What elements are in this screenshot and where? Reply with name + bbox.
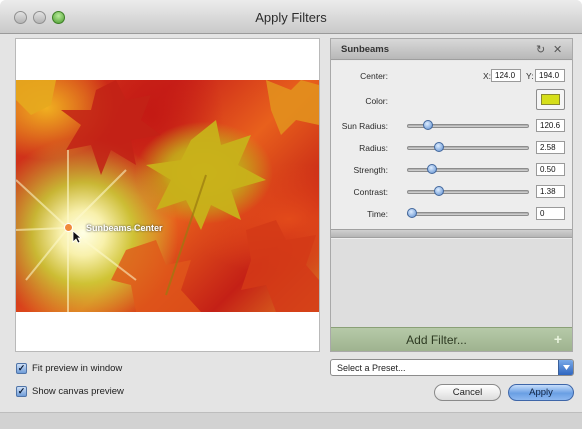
preview-image[interactable]: Sunbeams Center: [16, 80, 319, 312]
y-label: Y:: [526, 71, 534, 81]
filter-title: Sunbeams: [341, 44, 390, 55]
filter-list-area: [331, 239, 572, 327]
contrast-label: Contrast:: [353, 187, 389, 197]
title-bar: Apply Filters: [0, 0, 582, 34]
color-swatch: [541, 94, 560, 105]
time-field[interactable]: 0: [536, 207, 565, 220]
close-icon[interactable]: ✕: [553, 43, 562, 56]
mouse-pointer-icon: [72, 230, 82, 244]
center-x-field[interactable]: 124.0: [491, 69, 521, 82]
strength-knob[interactable]: [427, 164, 438, 174]
fit-preview-checkbox[interactable]: ✓: [16, 363, 27, 374]
preset-label: Select a Preset...: [337, 363, 406, 373]
strength-label: Strength:: [353, 165, 389, 175]
param-center: Center: X: 124.0 Y: 194.0: [331, 66, 572, 86]
show-canvas-checkbox[interactable]: ✓: [16, 386, 27, 397]
preset-select[interactable]: Select a Preset...: [330, 359, 574, 376]
time-label: Time:: [367, 209, 388, 219]
center-y-field[interactable]: 194.0: [535, 69, 565, 82]
param-time: Time: 0: [331, 204, 572, 224]
radius-knob[interactable]: [433, 142, 444, 152]
add-filter-label: Add Filter...: [406, 333, 467, 347]
radius-slider[interactable]: [407, 146, 529, 150]
strength-slider[interactable]: [407, 168, 529, 172]
color-label: Color:: [365, 96, 388, 106]
sun-radius-knob[interactable]: [422, 120, 433, 130]
param-strength: Strength: 0.50: [331, 160, 572, 180]
apply-filters-window: Apply Filters Sunbeams Center Sunbeams ↻…: [0, 0, 582, 429]
chevron-down-icon[interactable]: [558, 360, 573, 375]
reset-icon[interactable]: ↻: [536, 43, 545, 56]
time-knob[interactable]: [407, 208, 417, 218]
leaf-graphic: [16, 80, 319, 312]
filter-params: Center: X: 124.0 Y: 194.0 Color: Sun Rad…: [331, 61, 572, 261]
strength-field[interactable]: 0.50: [536, 163, 565, 176]
sun-radius-label: Sun Radius:: [341, 121, 388, 131]
sunbeams-center-label: Sunbeams Center: [86, 223, 163, 233]
filter-header: Sunbeams ↻ ✕: [331, 39, 572, 60]
x-label: X:: [483, 71, 492, 81]
radius-field[interactable]: 2.58: [536, 141, 565, 154]
param-contrast: Contrast: 1.38: [331, 182, 572, 202]
contrast-field[interactable]: 1.38: [536, 185, 565, 198]
cancel-button[interactable]: Cancel: [434, 384, 501, 401]
param-sun-radius: Sun Radius: 120.6: [331, 116, 572, 136]
contrast-knob[interactable]: [433, 186, 444, 196]
sun-radius-field[interactable]: 120.6: [536, 119, 565, 132]
time-slider[interactable]: [407, 212, 529, 216]
window-title: Apply Filters: [255, 10, 327, 25]
color-well[interactable]: [536, 89, 565, 110]
contrast-slider[interactable]: [407, 190, 529, 194]
plus-icon: +: [553, 331, 562, 347]
param-radius: Radius: 2.58: [331, 138, 572, 158]
show-canvas-label: Show canvas preview: [32, 386, 124, 397]
filter-settings-panel: Sunbeams ↻ ✕ Center: X: 124.0 Y: 194.0 C…: [330, 38, 573, 352]
fit-preview-label: Fit preview in window: [32, 363, 123, 374]
window-bottom-bar: [0, 412, 582, 429]
apply-button[interactable]: Apply: [508, 384, 574, 401]
center-label: Center:: [360, 71, 388, 81]
panel-divider[interactable]: [331, 229, 572, 238]
radius-label: Radius:: [359, 143, 388, 153]
add-filter-button[interactable]: Add Filter... +: [331, 327, 572, 351]
